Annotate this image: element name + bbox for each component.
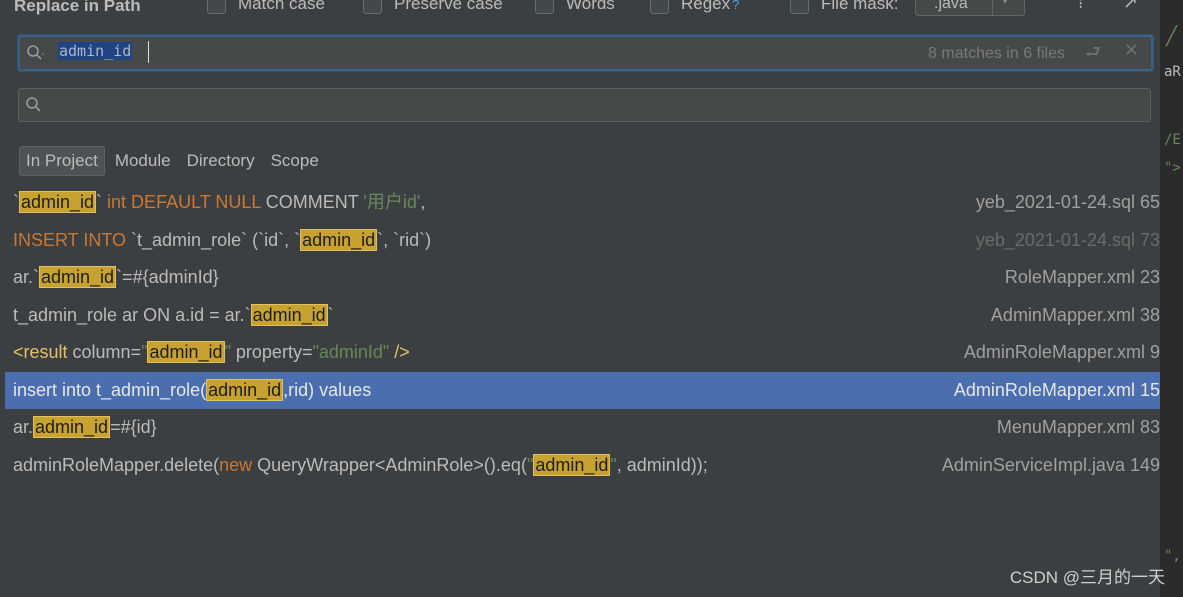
- result-file: AdminServiceImpl.java 149: [941, 454, 1160, 475]
- preserve-case-label: Preserve case: [394, 0, 503, 13]
- scope-tabs: In Project Module Directory Scope: [19, 146, 329, 176]
- result-file: AdminMapper.xml 38: [990, 304, 1160, 325]
- preserve-case-option[interactable]: Preserve case: [363, 0, 503, 14]
- result-file: AdminRoleMapper.xml 15: [953, 379, 1160, 400]
- result-row[interactable]: INSERT INTO `t_admin_role` (`id`, ` admin…: [5, 222, 1160, 260]
- match-highlight: admin_id: [300, 228, 378, 251]
- results-list: ` admin_id ` int DEFAULT NULL COMMENT '用户i…: [5, 184, 1160, 484]
- result-code: INSERT INTO `t_admin_role` (`id`, ` admin…: [13, 228, 432, 251]
- regex-option[interactable]: Regex ?: [650, 0, 739, 14]
- search-icon[interactable]: [26, 44, 44, 62]
- watermark: CSDN @三月的一天: [1009, 568, 1165, 587]
- editor-fragment: /E: [1164, 132, 1181, 148]
- match-highlight: admin_id: [250, 303, 328, 326]
- result-row-selected[interactable]: insert into t_admin_role(admin_id ,rid) v…: [5, 371, 1160, 409]
- clear-icon[interactable]: ✕: [1124, 40, 1139, 61]
- result-code: <result column=" admin_id " property="admi…: [13, 341, 410, 363]
- match-highlight: admin_id: [147, 341, 225, 363]
- result-code: ` admin_id ` int DEFAULT NULL COMMENT '用户i…: [13, 191, 426, 213]
- editor-fragment: ",: [1164, 548, 1181, 564]
- tab-module[interactable]: Module: [109, 147, 177, 175]
- replace-field[interactable]: [18, 88, 1151, 122]
- chevron-down-icon[interactable]: ▾: [1002, 0, 1008, 7]
- filter-icon[interactable]: ⇡: [1073, 0, 1088, 13]
- words-option[interactable]: Words: [535, 0, 615, 14]
- new-line-icon[interactable]: ⮐: [1085, 40, 1101, 70]
- search-field[interactable]: admin_id 8 matches in 6 files ⮐ ✕: [18, 35, 1153, 71]
- match-highlight: admin_id: [19, 191, 97, 213]
- result-code: insert into t_admin_role(admin_id ,rid) v…: [13, 378, 372, 401]
- options-bar: Replace in Path Match case Preserve case…: [0, 0, 1160, 18]
- result-row[interactable]: adminRoleMapper.delete(new QueryWrapper<…: [5, 447, 1160, 485]
- result-code: ar.` admin_id `=#{adminId}: [13, 266, 219, 288]
- preserve-case-checkbox[interactable]: [363, 0, 382, 14]
- search-icon[interactable]: [25, 96, 43, 114]
- result-row[interactable]: t_admin_role ar ON a.id = ar.` admin_id ` …: [5, 297, 1160, 335]
- result-code: t_admin_role ar ON a.id = ar.` admin_id `: [13, 303, 334, 326]
- editor-fragment: ">: [1164, 160, 1181, 176]
- editor-strip: ╱ aR /E "> ",: [1160, 0, 1183, 597]
- file-mask-dropdown[interactable]: .java ▾: [915, 0, 1025, 16]
- tab-scope[interactable]: Scope: [265, 147, 325, 175]
- words-label: Words: [566, 0, 615, 13]
- result-code: adminRoleMapper.delete(new QueryWrapper<…: [13, 453, 708, 476]
- match-highlight: admin_id: [206, 378, 284, 401]
- regex-checkbox[interactable]: [650, 0, 669, 14]
- result-file: MenuMapper.xml 83: [996, 417, 1160, 437]
- preview-pane: [5, 484, 1160, 597]
- dialog-title: Replace in Path: [14, 0, 141, 15]
- regex-help-link[interactable]: ?: [732, 0, 739, 12]
- words-checkbox[interactable]: [535, 0, 554, 14]
- file-mask-label: File mask:: [821, 0, 899, 13]
- match-case-label: Match case: [238, 0, 325, 13]
- result-code: ar. admin_id =#{id}: [13, 416, 157, 438]
- match-highlight: admin_id: [533, 453, 611, 476]
- result-row[interactable]: <result column=" admin_id " property="admi…: [5, 334, 1160, 372]
- result-row[interactable]: ar.` admin_id `=#{adminId} RoleMapper.xml …: [5, 259, 1160, 297]
- tab-directory[interactable]: Directory: [181, 147, 261, 175]
- regex-label: Regex: [681, 0, 731, 13]
- search-query: admin_id: [58, 42, 133, 60]
- tab-in-project[interactable]: In Project: [19, 146, 105, 176]
- result-file: yeb_2021-01-24.sql 73: [975, 229, 1160, 250]
- file-mask-value: .java: [934, 0, 968, 12]
- result-file: AdminRoleMapper.xml 9: [963, 342, 1160, 362]
- file-mask-checkbox[interactable]: [790, 0, 809, 14]
- match-highlight: admin_id: [33, 416, 111, 438]
- result-file: yeb_2021-01-24.sql 65: [975, 192, 1160, 212]
- match-case-option[interactable]: Match case: [207, 0, 325, 14]
- editor-fragment: aR: [1164, 64, 1181, 80]
- result-row[interactable]: ar. admin_id =#{id} MenuMapper.xml 83: [5, 409, 1160, 447]
- match-count: 8 matches in 6 files: [928, 45, 1065, 62]
- text-caret: [148, 41, 149, 63]
- bookmark-icon: ╱: [1166, 26, 1177, 47]
- result-file: RoleMapper.xml 23: [1004, 267, 1160, 287]
- file-mask-option[interactable]: File mask:: [790, 0, 898, 14]
- match-highlight: admin_id: [39, 266, 117, 288]
- dropdown-divider: [992, 0, 993, 15]
- pin-icon[interactable]: ↗: [1123, 0, 1138, 13]
- match-case-checkbox[interactable]: [207, 0, 226, 14]
- result-row[interactable]: ` admin_id ` int DEFAULT NULL COMMENT '用户i…: [5, 184, 1160, 222]
